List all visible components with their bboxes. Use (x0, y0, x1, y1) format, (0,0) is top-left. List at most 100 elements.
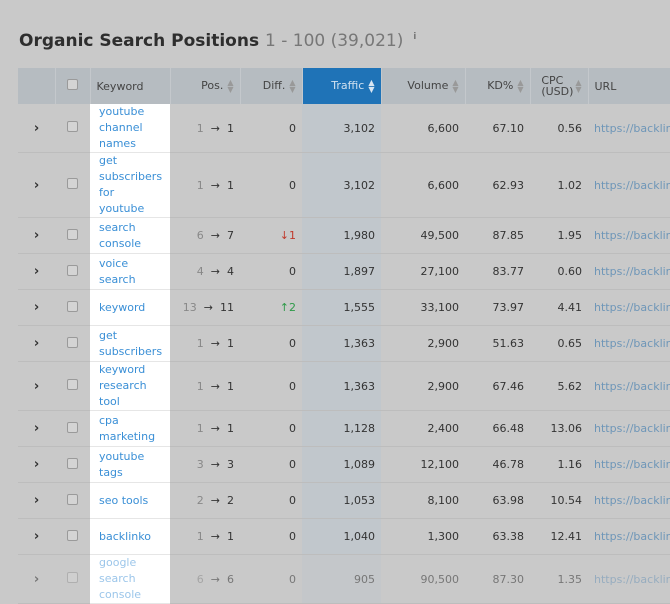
table-row: › cpa marketing 1 → 1 0 1,128 2,400 66.48 13.06… (18, 410, 670, 447)
sort-icon: ▲ ▼ (368, 78, 375, 94)
diff-cell: ↓1 (240, 217, 302, 254)
cpc-cell: 1.95 (530, 217, 588, 254)
url-link[interactable]: https://backlinko (588, 325, 670, 362)
result-range: 1 - 100 (39,021) (265, 31, 404, 51)
row-checkbox[interactable] (55, 446, 90, 483)
url-link[interactable]: https://backlinko (588, 217, 670, 254)
row-checkbox[interactable] (55, 289, 90, 326)
expand-row-icon[interactable]: › (18, 289, 55, 326)
col-keyword[interactable]: Keyword (90, 68, 171, 104)
info-icon[interactable]: i (413, 32, 416, 42)
keyword-link[interactable]: get subscribers for youtube (90, 152, 170, 218)
keyword-link[interactable]: youtube tags (90, 446, 170, 483)
row-checkbox[interactable] (55, 104, 90, 153)
expand-row-icon[interactable]: › (18, 104, 55, 153)
col-traffic[interactable]: Traffic ▲ ▼ (302, 68, 382, 104)
col-kd[interactable]: KD% ▲ ▼ (465, 68, 531, 104)
traffic-cell: 1,363 (302, 361, 381, 411)
row-checkbox[interactable] (55, 152, 90, 218)
kd-cell: 46.78 (465, 446, 530, 483)
diff-cell: 0 (240, 325, 302, 362)
volume-cell: 8,100 (381, 482, 465, 519)
expand-row-icon[interactable]: › (18, 325, 55, 362)
traffic-cell: 1,897 (302, 253, 381, 290)
diff-cell: 0 (240, 104, 302, 153)
position-cell: 6 → 6 (170, 554, 240, 604)
position-cell: 1 → 1 (170, 361, 240, 411)
row-checkbox[interactable] (55, 325, 90, 362)
cpc-cell: 5.62 (530, 361, 588, 411)
volume-cell: 49,500 (381, 217, 465, 254)
row-checkbox[interactable] (55, 410, 90, 447)
url-link[interactable]: https://backlinko (588, 446, 670, 483)
col-diff[interactable]: Diff. ▲ ▼ (240, 68, 303, 104)
expand-row-icon[interactable]: › (18, 482, 55, 519)
url-link[interactable]: https://backlinko (588, 253, 670, 290)
col-volume[interactable]: Volume ▲ ▼ (381, 68, 466, 104)
position-cell: 1 → 1 (170, 325, 240, 362)
url-link[interactable]: https://backlinko (588, 554, 670, 604)
row-checkbox[interactable] (55, 253, 90, 290)
url-link[interactable]: https://backlinko (588, 289, 670, 326)
keyword-link[interactable]: youtube channel names (90, 104, 170, 153)
keyword-link[interactable]: voice search (90, 253, 170, 290)
url-link[interactable]: https://backlinko (588, 104, 670, 153)
sort-icon: ▲ ▼ (227, 78, 234, 94)
url-link[interactable]: https://backlinko (588, 361, 670, 411)
sort-icon: ▲ ▼ (517, 78, 524, 94)
volume-cell: 2,400 (381, 410, 465, 447)
diff-cell: 0 (240, 518, 302, 555)
traffic-cell: 1,040 (302, 518, 381, 555)
row-checkbox[interactable] (55, 518, 90, 555)
traffic-cell: 1,363 (302, 325, 381, 362)
row-checkbox[interactable] (55, 361, 90, 411)
volume-cell: 1,300 (381, 518, 465, 555)
url-link[interactable]: https://backlinko (588, 482, 670, 519)
row-checkbox[interactable] (55, 554, 90, 604)
volume-cell: 6,600 (381, 152, 465, 218)
url-link[interactable]: https://backlinko (588, 518, 670, 555)
sort-icon: ▲ ▼ (575, 78, 582, 94)
expand-row-icon[interactable]: › (18, 410, 55, 447)
expand-row-icon[interactable]: › (18, 518, 55, 555)
keyword-link[interactable]: seo tools (90, 482, 170, 519)
cpc-cell: 1.02 (530, 152, 588, 218)
traffic-cell: 3,102 (302, 152, 381, 218)
table-row: › backlinko 1 → 1 0 1,040 1,300 63.38 12.41 http… (18, 518, 670, 555)
kd-cell: 73.97 (465, 289, 530, 326)
traffic-cell: 1,980 (302, 217, 381, 254)
sort-icon: ▲ ▼ (452, 78, 459, 94)
url-link[interactable]: https://backlinko (588, 410, 670, 447)
table-row: › voice search 4 → 4 0 1,897 27,100 83.77 0.60 h… (18, 253, 670, 290)
col-url[interactable]: URL (588, 68, 670, 104)
expand-row-icon[interactable]: › (18, 446, 55, 483)
col-cpc[interactable]: CPC (USD)▲ ▼ (530, 68, 589, 104)
keyword-link[interactable]: backlinko (90, 518, 170, 555)
table-row: › keyword research tool 1 → 1 0 1,363 2,900 67… (18, 361, 670, 411)
keyword-link[interactable]: get subscribers (90, 325, 170, 362)
table-row: › search console 6 → 7 ↓1 1,980 49,500 87.85 1.… (18, 217, 670, 254)
expand-row-icon[interactable]: › (18, 361, 55, 411)
expand-row-icon[interactable]: › (18, 253, 55, 290)
diff-cell: 0 (240, 446, 302, 483)
select-all-checkbox[interactable] (55, 68, 91, 104)
keyword-link[interactable]: keyword (90, 289, 170, 326)
expand-row-icon[interactable]: › (18, 554, 55, 604)
table-row: › keyword 13 → 11 ↑2 1,555 33,100 73.97 4.41 htt… (18, 289, 670, 326)
positions-table: Keyword Pos. ▲ ▼ Diff. ▲ ▼ Traffic ▲ ▼ Volume ▲… (18, 68, 670, 604)
volume-cell: 27,100 (381, 253, 465, 290)
keyword-link[interactable]: google search console (90, 554, 170, 604)
keyword-link[interactable]: keyword research tool (90, 361, 170, 411)
row-checkbox[interactable] (55, 217, 90, 254)
row-checkbox[interactable] (55, 482, 90, 519)
url-link[interactable]: https://backlinko (588, 152, 670, 218)
table-row: › google search console 6 → 6 0 905 90,500 87.… (18, 554, 670, 604)
col-pos[interactable]: Pos. ▲ ▼ (170, 68, 241, 104)
keyword-link[interactable]: search console (90, 217, 170, 254)
volume-cell: 2,900 (381, 325, 465, 362)
expand-row-icon[interactable]: › (18, 217, 55, 254)
cpc-cell: 12.41 (530, 518, 588, 555)
keyword-link[interactable]: cpa marketing (90, 410, 170, 447)
table-row: › youtube tags 3 → 3 0 1,089 12,100 46.78 1.16 h… (18, 446, 670, 483)
expand-row-icon[interactable]: › (18, 152, 55, 218)
